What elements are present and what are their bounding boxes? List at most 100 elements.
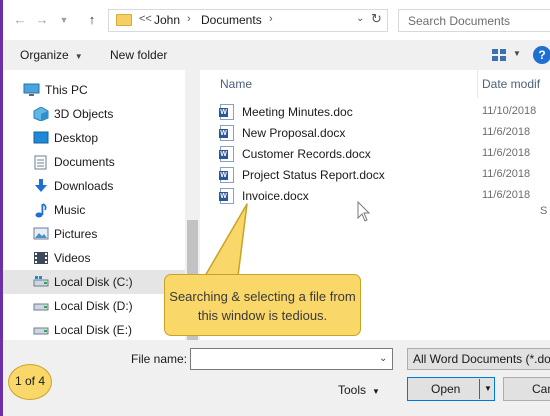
- sidebar-item-label: Local Disk (E:): [54, 323, 133, 337]
- file-date: 11/10/2018: [482, 105, 537, 117]
- sidebar-item-desktop[interactable]: Desktop: [3, 126, 185, 150]
- sidebar-item-label: Documents: [54, 155, 115, 169]
- organize-button[interactable]: Organize ▼: [20, 48, 83, 62]
- callout-text: Searching & selecting a file from this w…: [169, 289, 356, 323]
- sidebar-item-music[interactable]: Music: [3, 198, 185, 222]
- address-bar[interactable]: << John › Documents › ⌄ ↻: [108, 9, 388, 32]
- view-chevron-down-icon[interactable]: ▼: [513, 49, 521, 58]
- address-row: ← → ▼ ↑ << John › Documents › ⌄ ↻ Search…: [3, 0, 550, 40]
- file-name: Customer Records.docx: [242, 147, 371, 161]
- column-header-name[interactable]: Name: [220, 77, 252, 91]
- file-name-input[interactable]: [190, 348, 393, 370]
- file-row[interactable]: W Invoice.docx 11/6/2018: [219, 187, 550, 208]
- file-name: Invoice.docx: [242, 189, 309, 203]
- search-placeholder: Search Documents: [408, 14, 511, 28]
- file-date: 11/6/2018: [482, 126, 531, 138]
- cancel-button[interactable]: Can: [503, 377, 550, 401]
- file-name-label: File name:: [131, 352, 188, 366]
- sidebar-item-label: Music: [54, 203, 86, 217]
- organize-label: Organize: [20, 48, 69, 62]
- cancel-label: Can: [532, 382, 550, 396]
- file-name-dropdown-icon[interactable]: ⌄: [379, 353, 387, 364]
- breadcrumb-john[interactable]: John: [154, 13, 180, 27]
- breadcrumb-separator[interactable]: ›: [187, 13, 191, 25]
- refresh-icon[interactable]: ↻: [371, 11, 382, 27]
- desktop-icon: [33, 131, 49, 145]
- sidebar-item-local-disk-c[interactable]: Local Disk (C:): [3, 270, 185, 294]
- sidebar-item-label: Pictures: [54, 227, 98, 241]
- sidebar-item-label: Videos: [54, 251, 91, 265]
- up-arrow-icon[interactable]: ↑: [83, 11, 101, 29]
- file-date: 11/6/2018: [482, 147, 531, 159]
- view-options-icon[interactable]: [492, 49, 506, 61]
- sidebar-item-label: This PC: [45, 83, 88, 97]
- column-divider[interactable]: [477, 70, 478, 98]
- address-dropdown-icon[interactable]: ⌄: [356, 13, 364, 24]
- file-row[interactable]: W New Proposal.docx 11/6/2018: [219, 124, 550, 145]
- drive-c-icon: [33, 275, 49, 289]
- dialog-footer: File name: ⌄ All Word Documents (*.doc T…: [3, 340, 550, 416]
- back-arrow-icon[interactable]: ←: [11, 11, 29, 29]
- sidebar-item-this-pc[interactable]: This PC: [3, 78, 185, 102]
- word-document-icon: W: [219, 167, 234, 183]
- sidebar-item-label: Local Disk (D:): [54, 299, 133, 313]
- callout-bubble: Searching & selecting a file from this w…: [164, 274, 361, 336]
- sidebar-item-label: 3D Objects: [54, 107, 114, 121]
- sidebar-item-pictures[interactable]: Pictures: [3, 222, 185, 246]
- sidebar-item-local-disk-d[interactable]: Local Disk (D:): [3, 294, 185, 318]
- sidebar-item-documents[interactable]: Documents: [3, 150, 185, 174]
- open-chevron-down-icon[interactable]: ▼: [484, 384, 492, 393]
- new-folder-button[interactable]: New folder: [110, 48, 167, 62]
- file-list-header: Name Date modif: [200, 70, 550, 98]
- breadcrumb-documents[interactable]: Documents: [201, 13, 262, 27]
- file-name: Meeting Minutes.doc: [242, 105, 353, 119]
- breadcrumb-separator[interactable]: ›: [269, 13, 273, 25]
- callout-seam: [207, 275, 237, 279]
- sidebar-item-label: Desktop: [54, 131, 99, 145]
- sidebar-item-label: Downloads: [54, 179, 114, 193]
- word-document-icon: W: [219, 125, 234, 141]
- new-folder-label: New folder: [110, 48, 168, 62]
- open-split-divider: [479, 379, 480, 399]
- file-type-filter-select[interactable]: All Word Documents (*.doc: [407, 348, 550, 370]
- sidebar-item-local-disk-e[interactable]: Local Disk (E:): [3, 318, 185, 340]
- drive-icon: [33, 323, 49, 337]
- file-type-filter-value: All Word Documents (*.doc: [413, 352, 550, 366]
- forward-arrow-icon[interactable]: →: [33, 11, 51, 29]
- file-name: Project Status Report.docx: [242, 168, 385, 182]
- sidebar-item-downloads[interactable]: Downloads: [3, 174, 185, 198]
- breadcrumb-overflow[interactable]: <<: [139, 13, 152, 25]
- downloads-icon: [34, 179, 50, 193]
- step-badge: 1 of 4: [8, 364, 52, 400]
- word-document-icon: W: [219, 104, 234, 120]
- word-document-icon: W: [219, 146, 234, 162]
- file-row[interactable]: W Meeting Minutes.doc 11/10/2018: [219, 103, 550, 124]
- open-label: Open: [431, 382, 461, 396]
- recent-locations-chevron-icon[interactable]: ▼: [55, 11, 73, 29]
- truncated-column-text: S: [540, 205, 548, 217]
- file-row[interactable]: W Project Status Report.docx 11/6/2018: [219, 166, 550, 187]
- tools-label: Tools: [338, 383, 367, 397]
- column-header-date-modified[interactable]: Date modif: [482, 77, 540, 91]
- file-date: 11/6/2018: [482, 168, 531, 180]
- music-icon: [35, 203, 51, 218]
- help-icon[interactable]: ?: [533, 46, 550, 64]
- documents-icon: [34, 155, 50, 170]
- chevron-down-icon: ▼: [372, 387, 380, 396]
- pictures-icon: [33, 227, 49, 241]
- 3d-objects-icon: [33, 106, 49, 122]
- toolbar: Organize ▼ New folder ▼ ?: [3, 40, 550, 70]
- search-input[interactable]: Search Documents: [398, 9, 550, 32]
- open-button[interactable]: Open ▼: [407, 377, 495, 401]
- file-date: 11/6/2018: [482, 189, 531, 201]
- tools-menu-button[interactable]: Tools ▼: [338, 383, 380, 397]
- file-name: New Proposal.docx: [242, 126, 346, 140]
- file-row[interactable]: W Customer Records.docx 11/6/2018: [219, 145, 550, 166]
- drive-icon: [33, 299, 49, 313]
- sidebar-item-videos[interactable]: Videos: [3, 246, 185, 270]
- sidebar-item-label: Local Disk (C:): [54, 275, 133, 289]
- sidebar-item-3d-objects[interactable]: 3D Objects: [3, 102, 185, 126]
- folder-icon: [116, 14, 132, 26]
- videos-icon: [33, 251, 49, 265]
- chevron-down-icon: ▼: [74, 52, 83, 61]
